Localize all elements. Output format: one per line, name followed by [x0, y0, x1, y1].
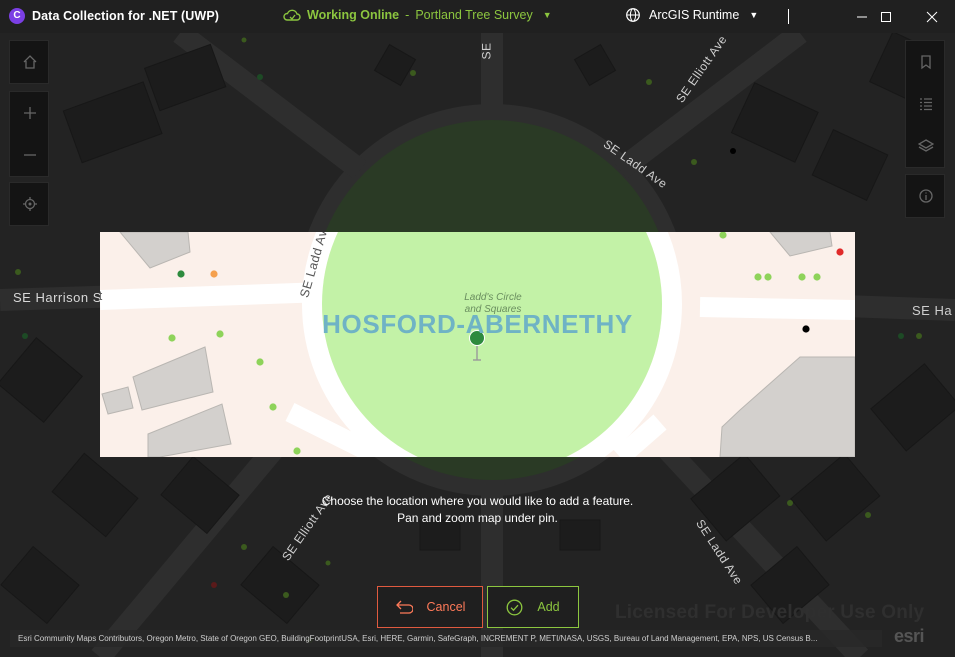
instruction-text: Choose the location where you would like… [0, 493, 955, 527]
add-button[interactable]: Add [487, 586, 579, 628]
app-window: C Data Collection for .NET (UWP) Working… [0, 0, 955, 657]
zoom-out-icon [24, 154, 36, 156]
title-divider [788, 9, 789, 24]
cloud-sync-icon [283, 9, 301, 21]
title-bar: C Data Collection for .NET (UWP) Working… [0, 0, 955, 33]
zoom-out-button[interactable] [10, 134, 50, 176]
bookmark-icon [921, 55, 931, 70]
instruction-line1: Choose the location where you would like… [321, 494, 634, 508]
bookmarks-button[interactable] [906, 41, 946, 83]
cancel-label: Cancel [426, 600, 466, 614]
map-name: Portland Tree Survey [415, 8, 533, 22]
zoom-in-icon [24, 107, 36, 119]
chevron-down-icon: ▼ [749, 10, 759, 20]
license-watermark: Licensed For Developer Use Only [615, 602, 925, 623]
instruction-line2: Pan and zoom map under pin. [397, 511, 558, 525]
layers-icon [918, 139, 934, 152]
portal-user-menu[interactable]: ArcGIS Runtime ▼ [625, 7, 758, 23]
street-label: SE Harrison St [100, 289, 103, 303]
park-label-line1: Ladd's Circle [464, 292, 522, 303]
connection-status: Working Online [307, 8, 400, 22]
cancel-arrow-icon [395, 600, 413, 614]
zoom-in-button[interactable] [10, 92, 50, 134]
chevron-down-icon: ▼ [542, 10, 552, 20]
app-icon: C [9, 8, 25, 24]
globe-icon [626, 8, 640, 22]
street-label: SE Ha [912, 303, 953, 318]
location-preview[interactable]: SE Harrison St SE Ladd Ave Ladd's Circle… [100, 232, 855, 457]
map-selector[interactable]: Working Online - Portland Tree Survey ▼ [283, 7, 552, 23]
list-icon [920, 98, 932, 111]
maximize-button[interactable] [863, 0, 909, 33]
add-label: Add [537, 600, 560, 614]
app-title: Data Collection for .NET (UWP) [32, 9, 220, 23]
neighborhood-label: HOSFORD-ABERNETHY [322, 309, 633, 339]
preview-map [100, 232, 855, 457]
zoom-toolbar [9, 91, 49, 177]
close-button[interactable] [909, 0, 955, 33]
legend-button[interactable] [906, 83, 946, 125]
user-name: ArcGIS Runtime [649, 8, 740, 22]
street-label: SE Harrison St [13, 290, 106, 305]
cancel-button[interactable]: Cancel [377, 586, 483, 628]
locate-toolbar [9, 182, 49, 226]
info-button[interactable] [906, 175, 946, 217]
close-icon [926, 11, 938, 23]
info-icon [919, 189, 933, 203]
right-toolbar [905, 40, 945, 168]
status-separator: - [405, 8, 410, 22]
home-button[interactable] [10, 41, 50, 83]
esri-logo: esri [894, 626, 925, 646]
street-label: SE [479, 42, 494, 60]
info-toolbar [905, 174, 945, 218]
locate-icon [23, 197, 37, 211]
home-toolbar [9, 40, 49, 84]
checkmark-circle-icon [506, 599, 523, 615]
layers-button[interactable] [906, 125, 946, 167]
maximize-icon [881, 12, 891, 22]
map-attribution[interactable]: Esri Community Maps Contributors, Oregon… [10, 630, 882, 647]
home-icon [23, 55, 37, 69]
locate-button[interactable] [10, 183, 50, 225]
